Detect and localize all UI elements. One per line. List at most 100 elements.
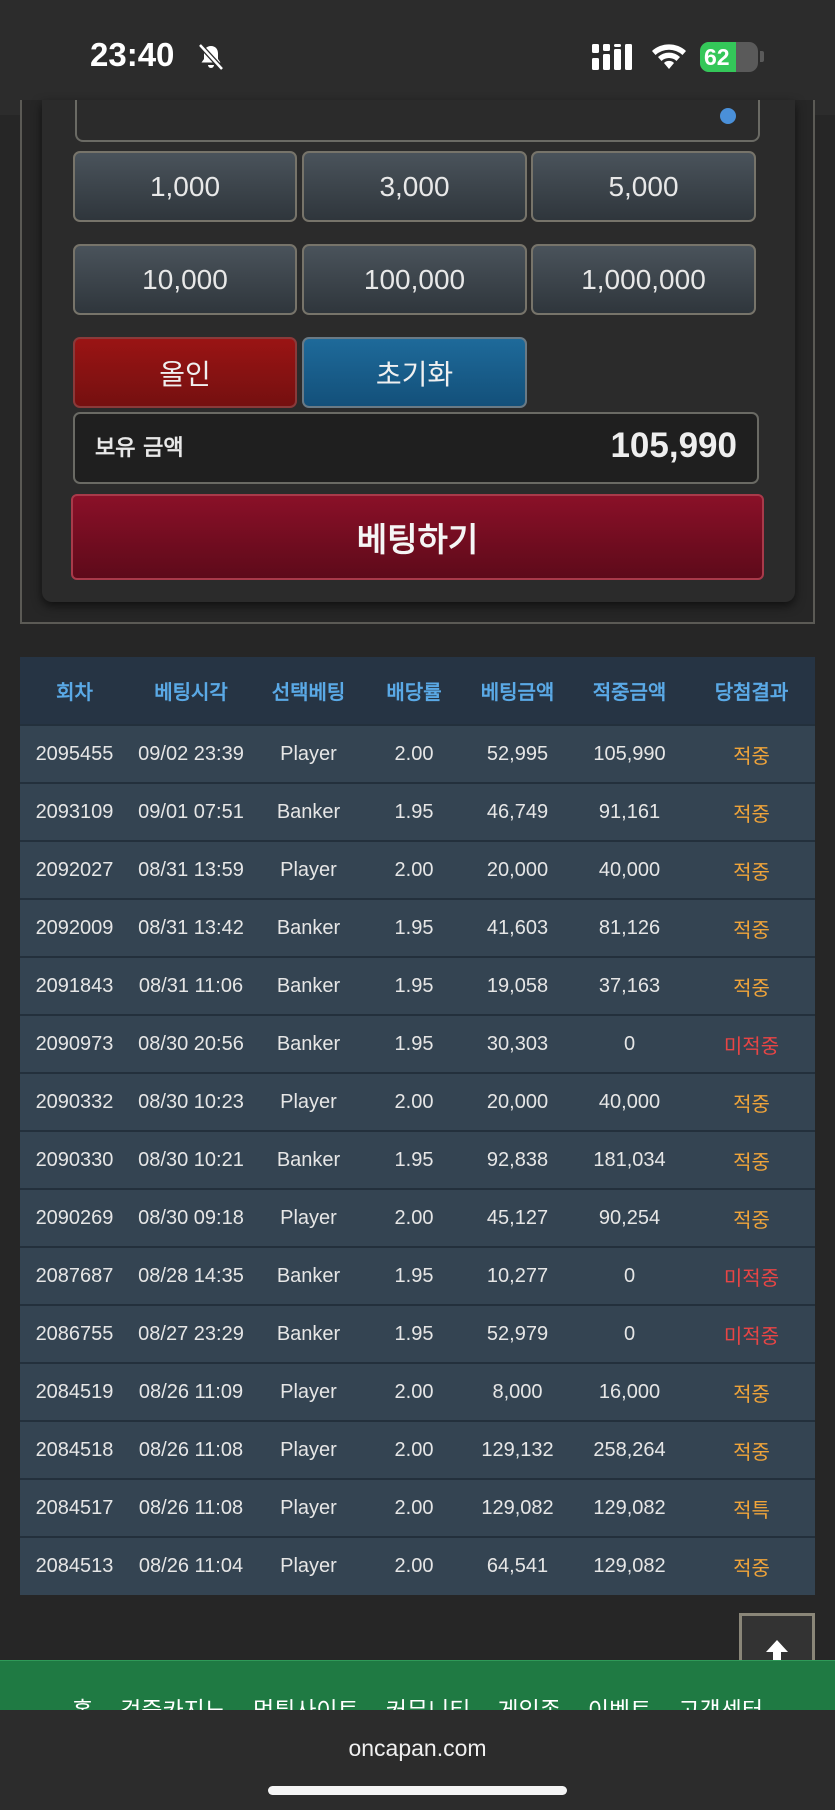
balance-display: 보유 금액 105,990 xyxy=(73,412,759,484)
cell-selection: Player xyxy=(253,1478,364,1537)
cell-round: 2084518 xyxy=(20,1420,129,1479)
input-indicator-icon xyxy=(720,108,736,124)
cell-odds: 1.95 xyxy=(364,1130,464,1189)
cell-bet-amount: 129,082 xyxy=(464,1478,571,1537)
cell-result: 적중 xyxy=(688,1536,815,1595)
battery-percent: 62 xyxy=(704,44,730,70)
header-bet-time: 베팅시각 xyxy=(129,657,253,725)
cell-round: 2090973 xyxy=(20,1014,129,1073)
cell-win-amount: 40,000 xyxy=(571,840,688,899)
home-indicator[interactable] xyxy=(268,1786,567,1795)
cell-odds: 1.95 xyxy=(364,1246,464,1305)
cell-bet-amount: 129,132 xyxy=(464,1420,571,1479)
cell-bet-time: 08/30 09:18 xyxy=(129,1188,253,1247)
cell-odds: 1.95 xyxy=(364,782,464,841)
cell-bet-time: 08/31 13:42 xyxy=(129,898,253,957)
cell-win-amount: 0 xyxy=(571,1304,688,1363)
chip-1000-button[interactable]: 1,000 xyxy=(73,151,297,222)
bet-amount-input[interactable] xyxy=(75,100,760,142)
cell-bet-time: 08/30 20:56 xyxy=(129,1014,253,1073)
wifi-icon xyxy=(652,44,686,69)
cell-win-amount: 0 xyxy=(571,1246,688,1305)
balance-value: 105,990 xyxy=(610,426,737,465)
table-row: 2091843 08/31 11:06 Banker 1.95 19,058 37,163… xyxy=(20,956,815,1015)
cell-round: 2091843 xyxy=(20,956,129,1015)
balance-label: 보유 금액 xyxy=(95,436,184,461)
cell-odds: 2.00 xyxy=(364,1362,464,1421)
cell-round: 2087687 xyxy=(20,1246,129,1305)
cell-win-amount: 90,254 xyxy=(571,1188,688,1247)
cell-bet-amount: 30,303 xyxy=(464,1014,571,1073)
cell-bet-time: 08/31 11:06 xyxy=(129,956,253,1015)
place-bet-button[interactable]: 베팅하기 xyxy=(71,494,764,580)
cell-selection: Player xyxy=(253,840,364,899)
table-row: 2084513 08/26 11:04 Player 2.00 64,541 129,08… xyxy=(20,1536,815,1595)
chip-10000-button[interactable]: 10,000 xyxy=(73,244,297,315)
table-row: 2093109 09/01 07:51 Banker 1.95 46,749 91,161… xyxy=(20,782,815,841)
cell-result: 미적중 xyxy=(688,1304,815,1363)
table-row: 2090330 08/30 10:21 Banker 1.95 92,838 181,03… xyxy=(20,1130,815,1189)
table-row: 2090973 08/30 20:56 Banker 1.95 30,303 0 미적중 xyxy=(20,1014,815,1073)
cell-win-amount: 105,990 xyxy=(571,724,688,783)
table-row: 2084517 08/26 11:08 Player 2.00 129,082 129,0… xyxy=(20,1478,815,1537)
cell-odds: 2.00 xyxy=(364,1420,464,1479)
cell-bet-amount: 41,603 xyxy=(464,898,571,957)
cell-win-amount: 40,000 xyxy=(571,1072,688,1131)
cell-odds: 2.00 xyxy=(364,1188,464,1247)
cell-result: 적중 xyxy=(688,1420,815,1479)
chip-5000-button[interactable]: 5,000 xyxy=(531,151,756,222)
cell-selection: Player xyxy=(253,1362,364,1421)
cell-selection: Banker xyxy=(253,956,364,1015)
cell-bet-amount: 20,000 xyxy=(464,840,571,899)
cell-bet-amount: 52,979 xyxy=(464,1304,571,1363)
table-row: 2092027 08/31 13:59 Player 2.00 20,000 40,000… xyxy=(20,840,815,899)
cell-result: 적중 xyxy=(688,1130,815,1189)
header-round: 회차 xyxy=(20,657,129,725)
cell-odds: 2.00 xyxy=(364,1478,464,1537)
cell-round: 2084513 xyxy=(20,1536,129,1595)
cell-bet-time: 08/28 14:35 xyxy=(129,1246,253,1305)
cell-result: 적중 xyxy=(688,840,815,899)
cell-win-amount: 258,264 xyxy=(571,1420,688,1479)
cell-selection: Player xyxy=(253,1188,364,1247)
cell-selection: Player xyxy=(253,1420,364,1479)
cell-round: 2084519 xyxy=(20,1362,129,1421)
cell-round: 2086755 xyxy=(20,1304,129,1363)
cell-result: 적중 xyxy=(688,898,815,957)
cell-odds: 2.00 xyxy=(364,840,464,899)
all-in-button[interactable]: 올인 xyxy=(73,337,297,408)
cell-bet-time: 08/30 10:21 xyxy=(129,1130,253,1189)
header-result: 당첨결과 xyxy=(688,657,815,725)
chip-1000000-button[interactable]: 1,000,000 xyxy=(531,244,756,315)
header-bet-amount: 베팅금액 xyxy=(464,657,571,725)
cell-bet-amount: 20,000 xyxy=(464,1072,571,1131)
browser-url-bar[interactable]: oncapan.com xyxy=(0,1710,835,1810)
battery-icon: 62 xyxy=(700,42,758,72)
cell-bet-amount: 52,995 xyxy=(464,724,571,783)
chip-3000-button[interactable]: 3,000 xyxy=(302,151,527,222)
table-row: 2087687 08/28 14:35 Banker 1.95 10,277 0 미적중 xyxy=(20,1246,815,1305)
cell-win-amount: 16,000 xyxy=(571,1362,688,1421)
cell-win-amount: 181,034 xyxy=(571,1130,688,1189)
bet-history-table: 회차 베팅시각 선택베팅 배당률 베팅금액 적중금액 당첨결과 2095455 0… xyxy=(20,657,815,1595)
url-text: oncapan.com xyxy=(348,1735,487,1761)
cell-result: 미적중 xyxy=(688,1246,815,1305)
reset-button[interactable]: 초기화 xyxy=(302,337,527,408)
cell-selection: Banker xyxy=(253,898,364,957)
header-win-amount: 적중금액 xyxy=(571,657,688,725)
cell-round: 2084517 xyxy=(20,1478,129,1537)
cell-selection: Player xyxy=(253,1072,364,1131)
cell-result: 적중 xyxy=(688,782,815,841)
cell-bet-amount: 64,541 xyxy=(464,1536,571,1595)
header-odds: 배당률 xyxy=(364,657,464,725)
cell-win-amount: 0 xyxy=(571,1014,688,1073)
chip-100000-button[interactable]: 100,000 xyxy=(302,244,527,315)
cell-odds: 1.95 xyxy=(364,1014,464,1073)
cell-selection: Banker xyxy=(253,782,364,841)
table-row: 2092009 08/31 13:42 Banker 1.95 41,603 81,126… xyxy=(20,898,815,957)
cell-bet-amount: 8,000 xyxy=(464,1362,571,1421)
cell-selection: Banker xyxy=(253,1304,364,1363)
table-row: 2084518 08/26 11:08 Player 2.00 129,132 258,2… xyxy=(20,1420,815,1479)
cell-odds: 1.95 xyxy=(364,956,464,1015)
cell-result: 적중 xyxy=(688,1072,815,1131)
